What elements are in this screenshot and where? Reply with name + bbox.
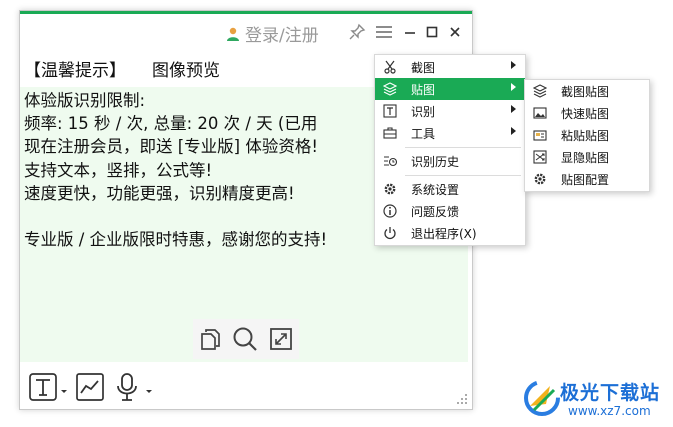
watermark-name: 极光下载站 [560,382,661,404]
menu-item-recognize[interactable]: 识别 [375,100,525,122]
microphone-icon [117,373,137,401]
menu-item-feedback[interactable]: 问题反馈 [375,200,525,222]
minimize-icon[interactable] [400,22,420,42]
text-mode-button[interactable] [28,372,68,402]
login-register-button[interactable]: 登录/注册 [225,21,319,46]
layers-icon [382,81,398,97]
text-recognize-icon [382,103,398,119]
user-icon [227,27,239,41]
submenu-item-screenshot-pin[interactable]: 截图贴图 [525,80,649,102]
search-icon[interactable] [232,326,258,352]
submenu-arrow-icon [511,105,516,113]
history-icon [382,153,398,169]
submenu-item-pin-config[interactable]: 贴图配置 [525,168,649,190]
gear-icon [382,181,398,197]
text-mode-icon [29,373,57,401]
menu-item-pin-image[interactable]: 贴图 [375,78,525,100]
submenu-arrow-icon [511,61,516,69]
tab-tips[interactable]: 【温馨提示】 [24,56,126,81]
bottom-toolbar [20,364,472,409]
menu-item-screenshot[interactable]: 截图 [375,56,525,78]
toolbox-icon [382,125,398,141]
caret-down-icon[interactable] [60,389,68,395]
resize-grip-icon[interactable] [456,393,468,405]
expand-icon[interactable] [269,327,293,351]
close-icon[interactable] [445,22,465,42]
caret-down-icon[interactable] [145,389,153,395]
info-icon [382,203,398,219]
paste-icon [532,127,548,143]
tab-image-preview[interactable]: 图像预览 [152,56,220,81]
submenu-item-paste-pin[interactable]: 粘贴贴图 [525,124,649,146]
power-icon [382,225,398,241]
submenu-item-quick-pin[interactable]: 快速贴图 [525,102,649,124]
menu-icon[interactable] [374,22,394,42]
title-bar: 登录/注册 [20,14,472,48]
copy-icon[interactable] [199,327,221,351]
image-icon [532,105,548,121]
login-label: 登录/注册 [245,26,319,46]
submenu-arrow-icon [511,127,516,135]
menu-item-history[interactable]: 识别历史 [375,150,525,172]
gear-icon [532,171,548,187]
menu-separator [405,147,521,148]
pin-icon[interactable] [347,22,367,42]
context-menu: 截图 贴图 识别 工具 识别历史 系统设置 问题反馈 退出程序(X) [374,54,526,246]
layers-icon [532,83,548,99]
submenu-item-toggle-pin[interactable]: 显隐贴图 [525,146,649,168]
voice-button[interactable] [115,372,153,402]
scissors-icon [382,59,398,75]
chart-icon [76,373,104,401]
watermark-url: www.xz7.com [568,404,651,418]
menu-item-tools[interactable]: 工具 [375,122,525,144]
floating-toolbar [193,319,299,359]
maximize-icon[interactable] [422,22,442,42]
watermark-logo: 极光下载站 www.xz7.com [520,372,670,424]
pin-image-submenu: 截图贴图 快速贴图 粘贴贴图 显隐贴图 贴图配置 [524,79,650,192]
submenu-arrow-icon [511,83,516,91]
aurora-logo-icon [524,380,560,416]
chart-button[interactable] [75,372,105,402]
menu-item-exit[interactable]: 退出程序(X) [375,222,525,244]
shuffle-icon [532,149,548,165]
menu-item-settings[interactable]: 系统设置 [375,178,525,200]
menu-separator [405,175,521,176]
